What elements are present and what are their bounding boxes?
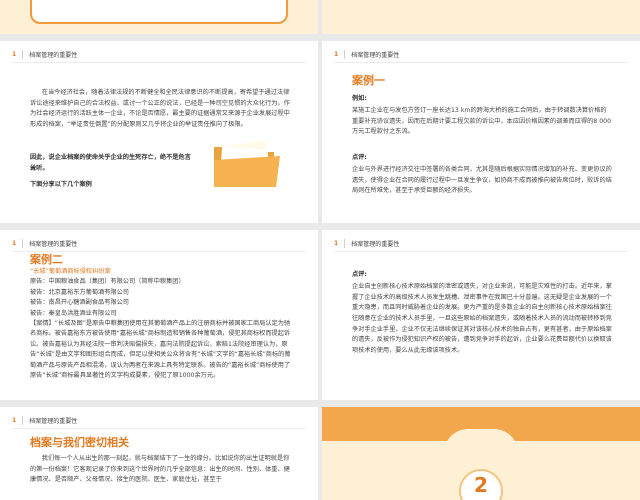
slide-section-divider: 2 <box>322 407 640 500</box>
header-rule <box>12 428 306 429</box>
comment-label: 点评: <box>352 271 367 278</box>
example-text: 某施工企业在与发包方签订一座长达13 km的跨海大桥的施工合同后，由于转调数决算… <box>352 107 612 136</box>
case-facts: 【案情】“长城及图”是原告中粮集团使用在其葡萄酒产品上的注册商标并被国家工商局认… <box>30 320 291 380</box>
archives-close-text: 我们每一个人从出生的那一刻起，就与档案结下了一生的缘分。比如说你的出生证明就是你… <box>30 455 290 484</box>
comment-text: 企业自主创新核心技术原始档案的泄密或遗失，对企业来说，可能是灾难性的打击。近年来… <box>352 283 612 354</box>
folder-icon <box>212 139 284 191</box>
intro-cases-lead: 下面分享以下几个案例 <box>30 181 92 188</box>
header-divider <box>344 238 346 248</box>
slide-case-two: 1 档案管理的重要性 案例二 “长城”葡萄酒商标侵权纠纷案 原告：中国粮油食品（… <box>0 230 318 400</box>
slide-header: 1 档案管理的重要性 <box>334 236 628 250</box>
slide-header-title: 档案管理的重要性 <box>351 240 400 248</box>
case-two-details: “长城”葡萄酒商标侵权纠纷案 原告：中国粮油食品（集团）有限公司（简称中粮集团）… <box>30 267 292 381</box>
slide-importance-intro: 1 档案管理的重要性 在当今经济社会，随着法律法规的不断健全和全民法律意识的不断… <box>0 41 318 223</box>
slide-header-title: 档案管理的重要性 <box>29 51 78 59</box>
header-rule <box>334 251 628 252</box>
header-divider <box>22 415 24 425</box>
cover-frame <box>30 0 288 24</box>
slide-cream-partial <box>322 0 640 34</box>
slide-header-number: 1 <box>12 239 17 247</box>
slide-header-number: 1 <box>334 50 339 58</box>
slide-archives-close: 1 档案管理的重要性 档案与我们密切相关 我们每一个人从出生的那一刻起，就与档案… <box>0 407 318 500</box>
slide-header-number: 1 <box>12 416 17 424</box>
slide-case-two-comment: 1 档案管理的重要性 点评: 企业自主创新核心技术原始档案的泄密或遗失，对企业来… <box>322 230 640 400</box>
slide-header: 1 档案管理的重要性 <box>334 47 628 61</box>
intro-conclusion: 因此，说企业档案的使命关乎企业的生死存亡，绝不是危言耸听。 <box>30 154 191 172</box>
party-line: 被告：秦皇岛洪胜酒业有限公司 <box>30 309 117 317</box>
party-line: 被告：南昌开心糖酒副食品有限公司 <box>30 299 129 307</box>
comment-label: 点评: <box>352 154 367 161</box>
party-line: 原告：中国粮油食品（集团）有限公司（简称中粮集团） <box>30 278 185 286</box>
band-notch <box>444 429 518 453</box>
header-divider <box>22 238 24 248</box>
archives-close-title: 档案与我们密切相关 <box>30 436 129 449</box>
case-two-title: 案例二 <box>30 253 63 266</box>
section-number-badge: 2 <box>459 469 503 500</box>
slide-header-number: 1 <box>12 50 17 58</box>
slide-header-title: 档案管理的重要性 <box>351 51 400 59</box>
header-divider <box>22 49 24 59</box>
party-line: 被告：北京嘉裕东方葡萄酒有限公司 <box>30 288 129 296</box>
header-divider <box>344 49 346 59</box>
case-one-title: 案例一 <box>352 74 385 87</box>
slide-header: 1 档案管理的重要性 <box>12 47 306 61</box>
section-number: 2 <box>474 473 488 497</box>
slide-header: 1 档案管理的重要性 <box>12 413 306 427</box>
header-rule <box>334 62 628 63</box>
slide-header-number: 1 <box>334 239 339 247</box>
slide-case-one: 1 档案管理的重要性 案例一 例如: 某施工企业在与发包方签订一座长达13 km… <box>322 41 640 223</box>
comment-text: 企业与外界进行经济交往中签署的各类合同，尤其是随后根据实际情况增加的补充、变更协… <box>352 166 612 195</box>
case-title: “长城”葡萄酒商标侵权纠纷案 <box>30 268 111 275</box>
slide-cover-partial <box>0 0 318 34</box>
example-label: 例如: <box>352 95 367 102</box>
header-rule <box>12 62 306 63</box>
slide-header-title: 档案管理的重要性 <box>29 417 78 425</box>
intro-paragraph: 在当今经济社会，随着法律法规的不断健全和全民法律意识的不断提高，寄希望于通过法律… <box>30 89 290 128</box>
slide-header-title: 档案管理的重要性 <box>29 240 78 248</box>
slide-header: 1 档案管理的重要性 <box>12 236 306 250</box>
